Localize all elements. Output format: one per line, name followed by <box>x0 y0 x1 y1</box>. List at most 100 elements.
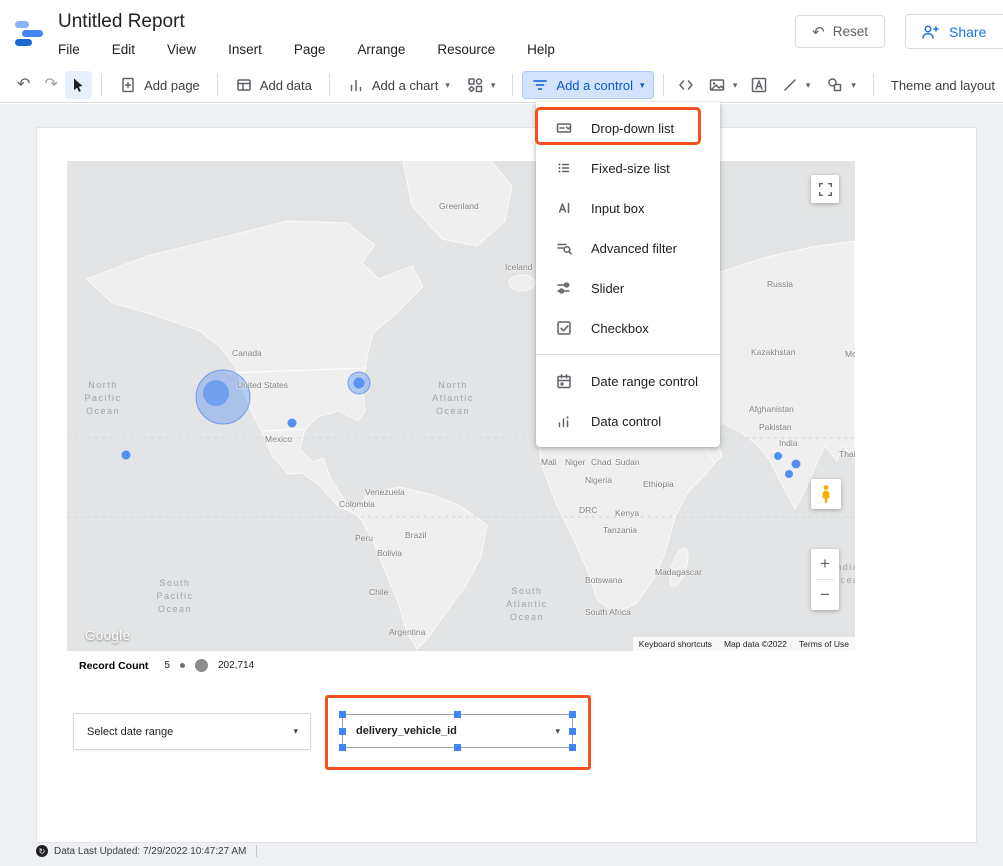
map-label-ethiopia: Ethiopia <box>643 479 674 489</box>
map-label-india: India <box>779 438 797 448</box>
embed-button[interactable] <box>673 71 700 99</box>
map-label-thailand: Thailand <box>839 449 855 459</box>
canvas-area: Canada United States Mexico Greenland Ic… <box>0 104 1003 866</box>
map-label-south-africa: South Africa <box>585 607 631 617</box>
legend-min-value: 5 <box>164 660 170 671</box>
menu-resource[interactable]: Resource <box>435 40 497 59</box>
date-range-icon <box>555 372 573 390</box>
menu-item-label: Input box <box>591 201 645 216</box>
menu-insert[interactable]: Insert <box>226 40 264 59</box>
community-visualizations-button[interactable]: ▾ <box>458 71 504 99</box>
data-last-updated-text: Data Last Updated: 7/29/2022 10:47:27 AM <box>54 846 246 857</box>
selection-handle[interactable] <box>454 711 461 718</box>
theme-layout-button[interactable]: Theme and layout <box>883 71 1003 99</box>
date-range-label: Select date range <box>74 726 293 738</box>
toolbar: ↶ ↷ Add page Add data <box>0 68 1003 103</box>
selection-handle[interactable] <box>339 728 346 735</box>
map-label-kenya: Kenya <box>615 508 639 518</box>
terms-of-use-link[interactable]: Terms of Use <box>793 639 855 649</box>
shape-button[interactable]: ▾ <box>818 71 864 99</box>
map-label-united-states: United States <box>237 380 288 390</box>
add-control-menu: Drop-down list Fixed-size list Input box… <box>536 102 720 447</box>
add-data-button[interactable]: Add data <box>227 71 320 99</box>
menu-item-label: Slider <box>591 281 624 296</box>
redo-button[interactable]: ↷ <box>37 71 64 99</box>
line-icon <box>781 76 799 94</box>
map-label-kazakhstan: Kazakhstan <box>751 347 795 357</box>
share-button[interactable]: Share <box>905 14 1003 49</box>
undo-button[interactable]: ↶ <box>10 71 37 99</box>
map-label-bolivia: Bolivia <box>377 548 402 558</box>
add-page-button[interactable]: Add page <box>111 71 208 99</box>
person-add-icon <box>920 23 940 41</box>
share-label: Share <box>949 24 986 40</box>
dropdown-list-icon <box>555 119 573 137</box>
map-zoom-control: + − <box>811 549 839 610</box>
menu-view[interactable]: View <box>165 40 198 59</box>
line-button[interactable]: ▾ <box>773 71 819 99</box>
menu-help[interactable]: Help <box>525 40 557 59</box>
text-icon <box>750 76 768 94</box>
add-chart-icon <box>347 76 365 94</box>
menu-item-label: Data control <box>591 414 661 429</box>
add-chart-button[interactable]: Add a chart ▾ <box>339 71 458 99</box>
selection-handle[interactable] <box>454 744 461 751</box>
menu-item-date-range-control[interactable]: Date range control <box>536 361 720 401</box>
selection-handle[interactable] <box>569 744 576 751</box>
menu-item-slider[interactable]: Slider <box>536 268 720 308</box>
fullscreen-icon <box>818 182 833 197</box>
chevron-down-icon: ▾ <box>851 81 856 90</box>
looker-studio-logo[interactable] <box>13 17 47 51</box>
report-page[interactable]: Canada United States Mexico Greenland Ic… <box>36 127 977 843</box>
toolbar-divider <box>512 74 513 96</box>
image-button[interactable]: ▾ <box>700 71 746 99</box>
zoom-in-button[interactable]: + <box>811 549 839 579</box>
map-label-sudan: Sudan <box>615 457 640 467</box>
map-label-tanzania: Tanzania <box>603 525 637 535</box>
menu-item-data-control[interactable]: Data control <box>536 401 720 441</box>
community-viz-icon <box>466 76 484 94</box>
selection-handle[interactable] <box>569 711 576 718</box>
menu-item-label: Fixed-size list <box>591 161 670 176</box>
embed-icon <box>677 76 695 94</box>
map-label-iceland: Iceland <box>505 262 532 272</box>
map-label-mali: Mali <box>541 457 557 467</box>
menu-arrange[interactable]: Arrange <box>355 40 407 59</box>
theme-layout-label: Theme and layout <box>891 78 995 93</box>
map-fullscreen-button[interactable] <box>811 175 839 203</box>
menu-item-input-box[interactable]: Input box <box>536 188 720 228</box>
add-data-icon <box>235 76 253 94</box>
keyboard-shortcuts-link[interactable]: Keyboard shortcuts <box>633 639 718 649</box>
selection-handle[interactable] <box>339 744 346 751</box>
menu-item-fixed-size-list[interactable]: Fixed-size list <box>536 148 720 188</box>
selection-handle[interactable] <box>339 711 346 718</box>
add-control-button[interactable]: Add a control ▾ <box>522 71 653 99</box>
reset-button[interactable]: ↶ Reset <box>795 15 885 48</box>
map-label-afghanistan: Afghanistan <box>749 404 794 414</box>
menu-item-advanced-filter[interactable]: Advanced filter <box>536 228 720 268</box>
chevron-down-icon: ▾ <box>445 81 450 90</box>
menu-item-checkbox[interactable]: Checkbox <box>536 308 720 348</box>
street-view-pegman-button[interactable] <box>811 479 841 509</box>
menu-page[interactable]: Page <box>292 40 328 59</box>
undo-icon: ↶ <box>17 77 30 93</box>
menu-item-drop-down-list[interactable]: Drop-down list <box>536 108 720 148</box>
app-root: Untitled Report File Edit View Insert Pa… <box>0 0 1003 866</box>
add-data-label: Add data <box>260 78 312 93</box>
delivery-vehicle-filter-control[interactable]: delivery_vehicle_id ▾ <box>342 714 573 748</box>
selection-handle[interactable] <box>569 728 576 735</box>
menu-edit[interactable]: Edit <box>110 40 137 59</box>
data-freshness-status: ↻ Data Last Updated: 7/29/2022 10:47:27 … <box>36 845 257 857</box>
geo-bubble-map-chart[interactable]: Canada United States Mexico Greenland Ic… <box>67 161 855 651</box>
select-tool-button[interactable] <box>65 71 92 99</box>
toolbar-divider <box>217 74 218 96</box>
zoom-out-button[interactable]: − <box>811 580 839 610</box>
report-title[interactable]: Untitled Report <box>58 11 185 33</box>
pegman-icon <box>818 484 834 504</box>
menu-file[interactable]: File <box>56 40 82 59</box>
text-button[interactable] <box>745 71 772 99</box>
slider-icon <box>555 279 573 297</box>
date-range-filter-control[interactable]: Select date range ▾ <box>73 713 311 750</box>
chevron-down-icon: ▾ <box>806 81 811 90</box>
chevron-down-icon: ▾ <box>733 81 738 90</box>
